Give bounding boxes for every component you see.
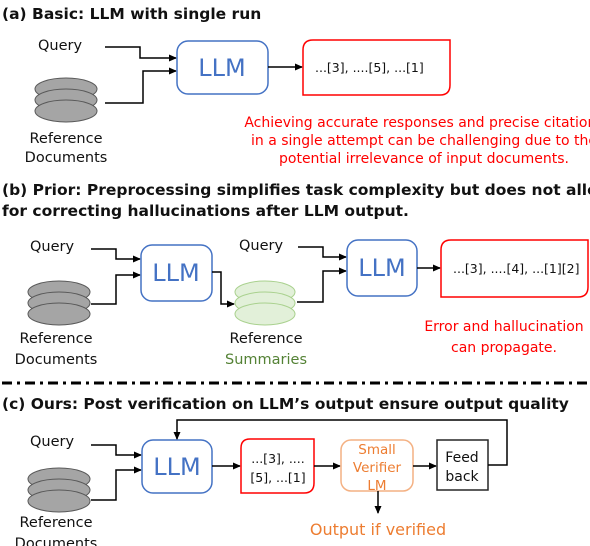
query-label: Query bbox=[30, 434, 74, 450]
llm-label-2: LLM bbox=[358, 254, 405, 282]
summaries-label-line2: Summaries bbox=[225, 352, 307, 368]
note-line-1: Achieving accurate responses and precise… bbox=[244, 115, 590, 131]
verifier-line-1: Small bbox=[358, 442, 396, 458]
output-line-2: [5], ...[1] bbox=[250, 470, 305, 485]
verified-output-label: Output if verified bbox=[310, 520, 446, 539]
query-arrow bbox=[91, 444, 142, 459]
docs-label-line2: Documents bbox=[15, 536, 98, 546]
note-line-2: in a single attempt can be challenging d… bbox=[251, 133, 590, 149]
docs-arrow bbox=[91, 466, 142, 501]
section-a: (a) Basic: LLM with single run Query Ref… bbox=[2, 5, 590, 167]
section-b-heading-line1: (b) Prior: Preprocessing simplifies task… bbox=[2, 181, 590, 199]
reference-documents-icon bbox=[27, 280, 91, 326]
section-b: (b) Prior: Preprocessing simplifies task… bbox=[2, 181, 590, 368]
query-label: Query bbox=[30, 239, 74, 255]
reference-documents-icon bbox=[34, 77, 98, 123]
feedback-line-1: Feed bbox=[445, 450, 478, 466]
output-citations: ...[3], ....[5], ...[1] bbox=[315, 60, 424, 75]
output-citations: ...[3], ....[4], ...[1][2] bbox=[453, 261, 579, 276]
reference-summaries-icon bbox=[234, 280, 296, 326]
query-arrow bbox=[105, 46, 177, 62]
section-a-heading: (a) Basic: LLM with single run bbox=[2, 5, 261, 23]
docs-label-line2: Documents bbox=[25, 150, 108, 166]
docs-label-line1: Reference bbox=[29, 131, 102, 147]
summaries-label-line1: Reference bbox=[229, 331, 302, 347]
section-c: (c) Ours: Post verification on LLM’s out… bbox=[2, 395, 569, 546]
docs-arrow bbox=[105, 67, 177, 104]
reference-documents-icon bbox=[27, 467, 91, 513]
query-label: Query bbox=[38, 38, 82, 54]
llm-label: LLM bbox=[153, 453, 200, 481]
section-b-heading-line2: for correcting hallucinations after LLM … bbox=[2, 202, 409, 220]
query-arrow-2 bbox=[298, 246, 347, 261]
note-line-1: Error and hallucination bbox=[424, 319, 583, 335]
docs-label-line2: Documents bbox=[15, 352, 98, 368]
llm-label: LLM bbox=[152, 259, 199, 287]
output-line-1: ...[3], .... bbox=[251, 451, 304, 466]
section-c-heading: (c) Ours: Post verification on LLM’s out… bbox=[2, 395, 569, 413]
query-arrow bbox=[91, 248, 141, 263]
preprocess-arrow bbox=[212, 271, 235, 308]
llm-label: LLM bbox=[198, 54, 245, 82]
verifier-line-2: Verifier bbox=[353, 460, 402, 476]
pipeline-diagram: (a) Basic: LLM with single run Query Ref… bbox=[2, 5, 590, 546]
docs-label-line1: Reference bbox=[19, 515, 92, 531]
docs-arrow bbox=[91, 271, 141, 305]
query-label-2: Query bbox=[239, 238, 283, 254]
feedback-line-2: back bbox=[445, 469, 479, 485]
note-line-2: can propagate. bbox=[451, 340, 557, 356]
note-line-3: potential irrelevance of input documents… bbox=[279, 151, 569, 167]
summaries-arrow bbox=[297, 267, 347, 303]
docs-label-line1: Reference bbox=[19, 331, 92, 347]
verifier-line-3: LM bbox=[367, 478, 386, 494]
